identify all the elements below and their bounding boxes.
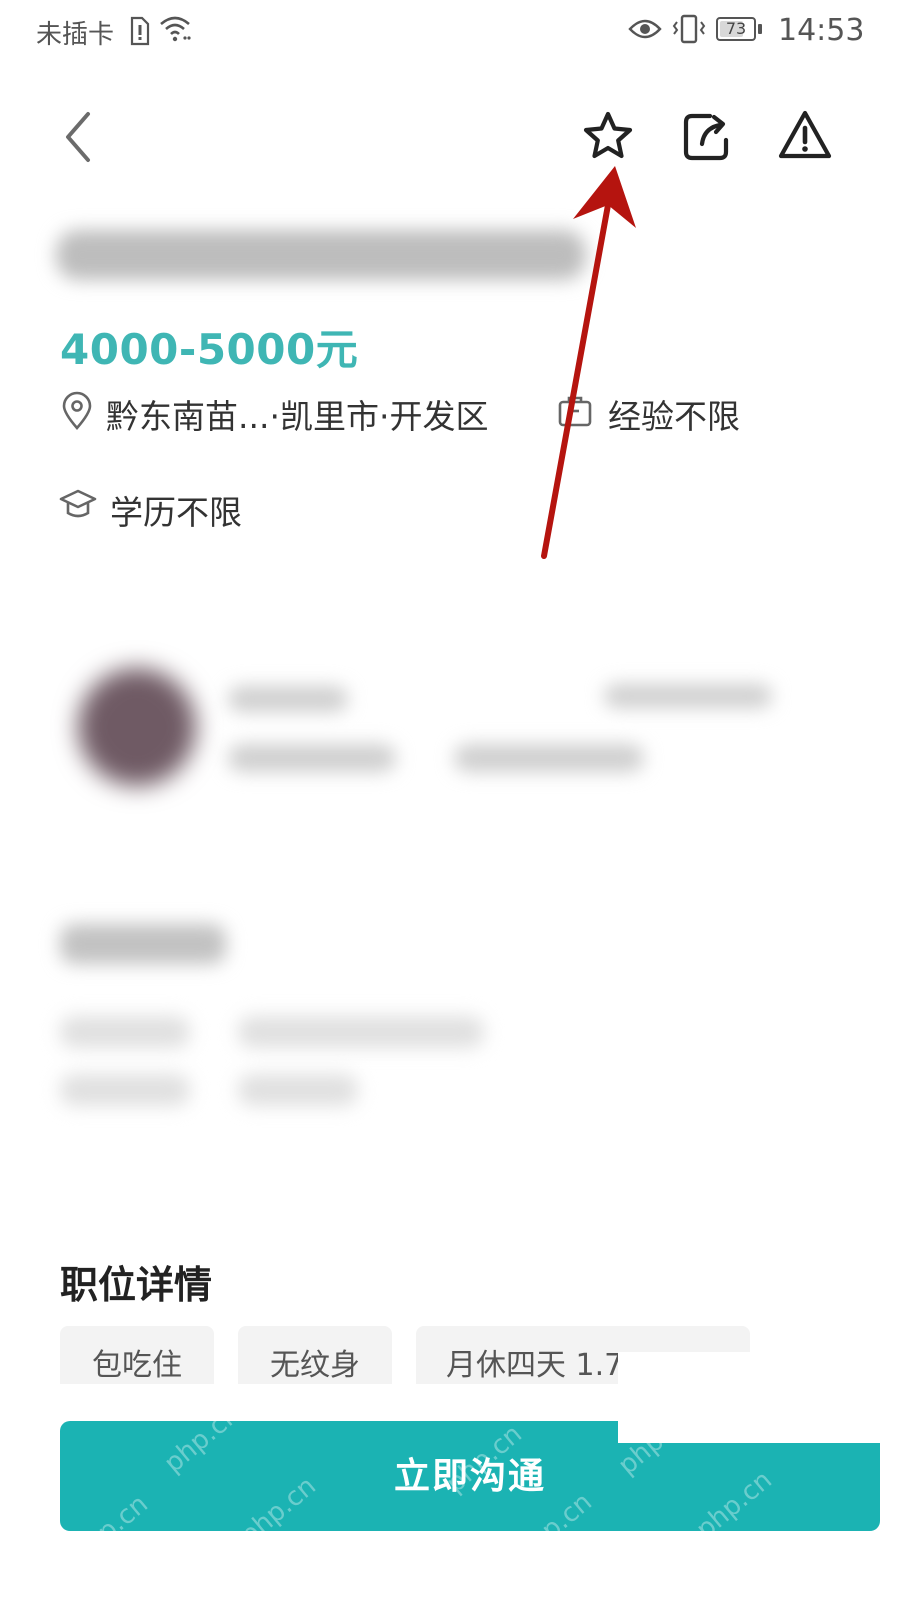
status-bar: 未插卡 73 14:53 [0,0,900,64]
vibrate-icon [672,14,706,48]
info-value-2-blurred [238,1074,358,1106]
recruiter-name-blurred [228,686,348,712]
battery-level: 73 [725,19,747,38]
report-icon[interactable] [776,108,834,166]
info-label-blurred [60,1016,190,1048]
graduation-cap-icon [58,488,98,526]
job-title-blurred [56,230,586,280]
recruiter-company-blurred [228,744,396,772]
location-pin-icon [60,391,94,435]
eye-icon [628,18,662,44]
battery-tip [758,24,762,34]
sim-alert-icon [128,16,150,50]
job-details-title: 职位详情 [60,1263,213,1307]
job-experience: 经验不限 [608,397,740,436]
screenshot-edge-patch [618,1421,900,1443]
clock: 14:53 [778,13,865,48]
job-detail-screen: 未插卡 73 14:53 4000-5000元 黔东南苗...·凯里市·开发区 … [0,0,900,1600]
briefcase-icon [556,393,594,433]
wifi-icon [158,14,192,48]
info-value-blurred [238,1016,484,1048]
recruiter-avatar-blurred [78,668,196,786]
back-icon[interactable] [58,110,98,168]
recruiter-status-blurred [604,684,772,708]
salary: 4000-5000元 [60,325,359,374]
battery-icon: 73 [716,17,756,41]
tag-item: 无纹身 [238,1326,392,1384]
section-header-blurred [60,924,226,964]
job-education: 学历不限 [110,493,242,532]
share-icon[interactable] [680,110,734,168]
job-location: 黔东南苗...·凯里市·开发区 [106,397,489,436]
tag-item: 包吃住 [60,1326,214,1384]
recruiter-role-blurred [454,744,644,772]
star-icon[interactable] [580,110,636,168]
carrier-label: 未插卡 [36,20,115,50]
info-label-2-blurred [60,1074,190,1106]
tag-overflow-fade [618,1352,798,1388]
